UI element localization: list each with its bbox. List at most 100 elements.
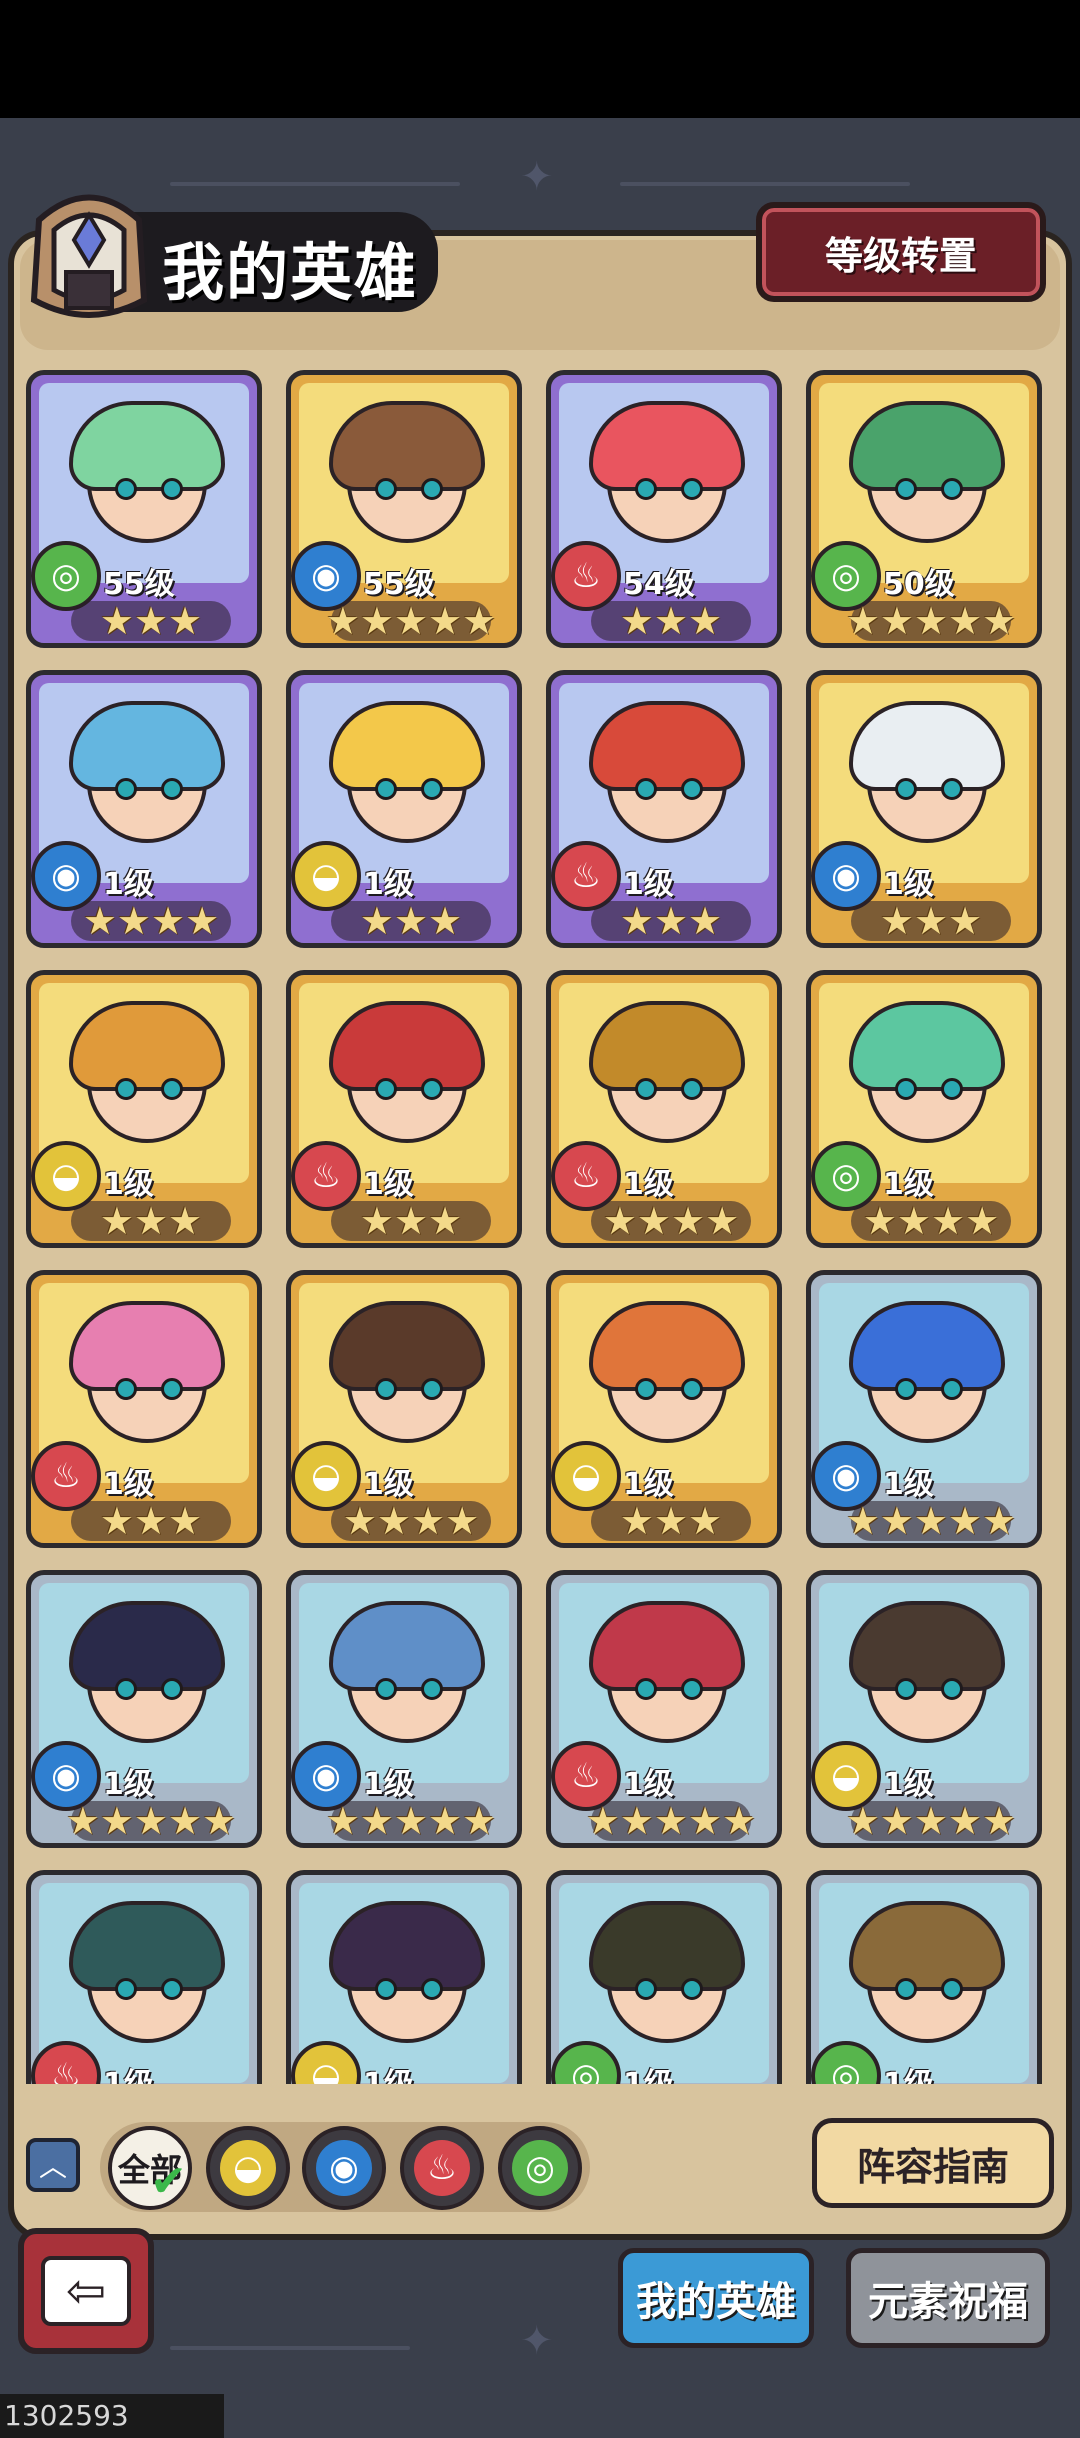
hero-card[interactable]: ♨1级	[26, 1870, 262, 2084]
hero-card[interactable]: ◎ 50级 ★ ★ ★ ★ ★	[806, 370, 1042, 648]
status-bar	[0, 0, 1080, 118]
star-icon: ★	[688, 1499, 723, 1543]
hero-card[interactable]: ◎1级	[546, 1870, 782, 2084]
star-icon: ★	[168, 1499, 203, 1543]
hero-eye	[635, 1378, 657, 1400]
hero-eye	[421, 778, 443, 800]
hero-eye	[375, 1078, 397, 1100]
star-icon: ★	[325, 599, 360, 643]
hero-eye	[681, 1078, 703, 1100]
hero-level: 1级	[363, 1167, 414, 1202]
collapse-filter-button[interactable]: ︿	[26, 2138, 80, 2192]
star-icon: ★	[133, 1199, 169, 1243]
hero-level: 1级	[103, 1467, 154, 1502]
hero-card[interactable]: ◉ 1级 ★ ★ ★ ★ ★	[806, 1270, 1042, 1548]
chevron-up-icon: ︿	[38, 2150, 67, 2183]
lineup-guide-button[interactable]: 阵容指南	[812, 2118, 1054, 2208]
hero-card[interactable]: ♨ 1级 ★ ★ ★	[286, 970, 522, 1248]
hero-eye	[895, 1078, 917, 1100]
hero-eye	[681, 778, 703, 800]
star-icon: ★	[879, 599, 914, 643]
hero-eye	[895, 1978, 917, 2000]
lineup-guide-label: 阵容指南	[856, 2144, 1009, 2189]
star-icon: ★	[619, 1499, 654, 1543]
star-icon: ★	[99, 599, 134, 643]
star-icon: ★	[982, 1799, 1017, 1843]
star-icon: ★	[619, 1799, 654, 1843]
hero-card[interactable]: ◒ 1级 ★ ★ ★	[546, 1270, 782, 1548]
hero-eye	[115, 1378, 137, 1400]
star-icon: ★	[913, 1799, 949, 1843]
fire-element-icon: ♨	[414, 2140, 470, 2196]
star-icon: ★	[982, 599, 1017, 643]
star-icon: ★	[913, 599, 949, 643]
hero-eye	[375, 778, 397, 800]
hero-star-rating: ★ ★ ★ ★ ★	[326, 599, 496, 643]
star-icon: ★	[602, 1199, 637, 1243]
hero-card[interactable]: ◉ 1级 ★ ★ ★	[806, 670, 1042, 948]
hero-eye	[161, 1678, 183, 1700]
star-icon: ★	[585, 1799, 620, 1843]
hero-grid: ◎ 55级 ★ ★ ★ ◉ 55级 ★ ★ ★ ★ ★ ♨ 54级 ★ ★ ★ ◎ 50级 ★ ★ ★ ★ ★ ◉ 1级 ★ ★ ★ ★ ◒…	[26, 370, 1056, 2084]
watermark: 1302593 abeaa6	[0, 2394, 224, 2438]
hero-card[interactable]: ♨ 1级 ★ ★ ★	[26, 1270, 262, 1548]
hero-card[interactable]: ♨ 1级 ★ ★ ★ ★ ★	[546, 1570, 782, 1848]
back-button[interactable]: ⇦	[18, 2228, 154, 2354]
star-icon: ★	[168, 1199, 203, 1243]
filter-water-button[interactable]: ◉	[302, 2126, 386, 2210]
hero-card[interactable]: ◒ 1级 ★ ★ ★	[26, 970, 262, 1248]
hero-hair	[849, 1001, 1005, 1091]
hero-card[interactable]: ◎1级	[806, 1870, 1042, 2084]
star-icon: ★	[151, 899, 186, 943]
hero-eye	[635, 1978, 657, 2000]
star-icon: ★	[133, 1499, 169, 1543]
star-icon: ★	[359, 599, 394, 643]
hero-eye	[941, 1078, 963, 1100]
star-icon: ★	[636, 1199, 671, 1243]
hero-level: 1级	[363, 1767, 414, 1802]
hero-level: 1级	[363, 1467, 414, 1502]
hero-star-rating: ★ ★ ★	[331, 1201, 491, 1241]
star-icon: ★	[862, 1199, 897, 1243]
filter-wind-button[interactable]: ◎	[498, 2126, 582, 2210]
hero-card[interactable]: ♨ 1级 ★ ★ ★ ★	[546, 970, 782, 1248]
hero-hair	[849, 701, 1005, 791]
hero-hair	[69, 1601, 225, 1691]
hero-level: 1级	[623, 1167, 674, 1202]
hero-card[interactable]: ◎ 1级 ★ ★ ★ ★	[806, 970, 1042, 1248]
star-icon: ★	[705, 1199, 740, 1243]
star-icon: ★	[653, 1499, 689, 1543]
hero-hair	[329, 1601, 485, 1691]
star-icon: ★	[342, 1499, 377, 1543]
star-icon: ★	[185, 899, 220, 943]
hero-eye	[635, 778, 657, 800]
hero-card[interactable]: ♨ 1级 ★ ★ ★	[546, 670, 782, 948]
tab-my-heroes[interactable]: 我的英雄	[618, 2248, 814, 2348]
star-icon: ★	[99, 1499, 134, 1543]
star-icon: ★	[688, 899, 723, 943]
hero-eye	[161, 778, 183, 800]
checkmark-icon: ✔	[150, 2156, 187, 2207]
hero-card[interactable]: ◎ 55级 ★ ★ ★	[26, 370, 262, 648]
tab-element-blessing[interactable]: 元素祝福	[846, 2248, 1050, 2348]
hero-hair	[69, 1901, 225, 1991]
hero-card[interactable]: ◒ 1级 ★ ★ ★	[286, 670, 522, 948]
hero-star-rating: ★ ★ ★	[71, 1501, 231, 1541]
hero-hair	[329, 1901, 485, 1991]
hero-eye	[941, 1378, 963, 1400]
star-icon: ★	[99, 1199, 134, 1243]
hero-card[interactable]: ◉ 1级 ★ ★ ★ ★ ★	[26, 1570, 262, 1848]
hero-card[interactable]: ◉ 1级 ★ ★ ★ ★	[26, 670, 262, 948]
hero-hair	[589, 1901, 745, 1991]
hero-card[interactable]: ◉ 1级 ★ ★ ★ ★ ★	[286, 1570, 522, 1848]
star-icon: ★	[653, 899, 689, 943]
filter-earth-button[interactable]: ◒	[206, 2126, 290, 2210]
filter-fire-button[interactable]: ♨	[400, 2126, 484, 2210]
hero-card[interactable]: ◒ 1级 ★ ★ ★ ★ ★	[806, 1570, 1042, 1848]
hero-card[interactable]: ◒ 1级 ★ ★ ★ ★	[286, 1270, 522, 1548]
level-transfer-button[interactable]: 等级转置	[756, 202, 1046, 302]
decor-line	[170, 182, 460, 186]
hero-card[interactable]: ◒1级	[286, 1870, 522, 2084]
hero-card[interactable]: ◉ 55级 ★ ★ ★ ★ ★	[286, 370, 522, 648]
hero-card[interactable]: ♨ 54级 ★ ★ ★	[546, 370, 782, 648]
